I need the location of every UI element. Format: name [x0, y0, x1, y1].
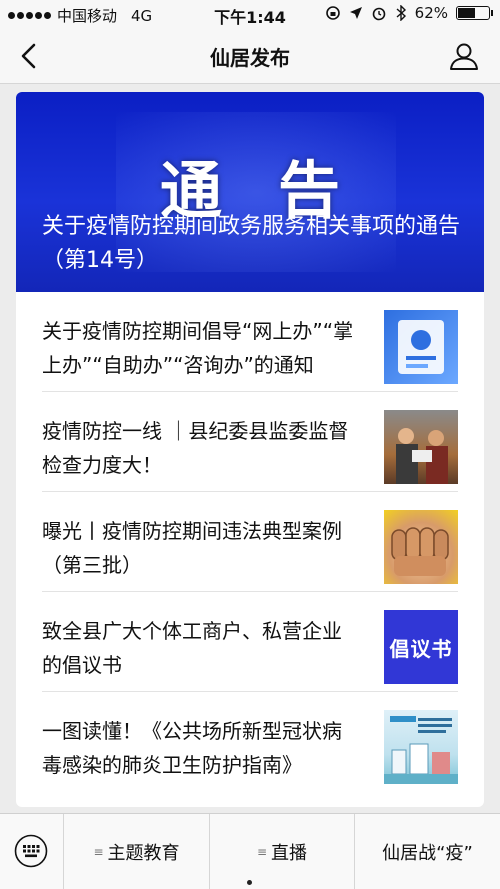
service-app-thumb-icon — [398, 320, 444, 374]
profile-icon[interactable] — [448, 40, 480, 72]
bottom-menu-bar: ≡ 主题教育 ≡ 直播 仙居战“疫” — [0, 813, 500, 889]
menu-lines-icon: ≡ — [256, 845, 268, 859]
article-title: 曝光丨疫情防控期间违法典型案例（第三批） — [42, 519, 342, 577]
menu-theme-education[interactable]: ≡ 主题教育 — [64, 814, 210, 889]
fist-icon — [391, 527, 449, 576]
list-item[interactable]: 致全县广大个体工商户、私营企业的倡议书 倡议书 — [42, 592, 458, 692]
keyboard-icon — [14, 834, 48, 868]
article-thumbnail — [384, 710, 458, 784]
nav-bar: 仙居发布 — [0, 28, 500, 84]
keyboard-toggle-button[interactable] — [0, 814, 64, 889]
status-right: 62% — [325, 4, 493, 22]
list-item[interactable]: 关于疫情防控期间倡导“网上办”“掌上办”“自助办”“咨询办”的通知 — [42, 292, 458, 392]
bluetooth-icon — [396, 5, 406, 21]
article-title: 致全县广大个体工商户、私营企业的倡议书 — [42, 619, 342, 677]
article-list: 关于疫情防控期间倡导“网上办”“掌上办”“自助办”“咨询办”的通知 疫情防控一线… — [16, 292, 484, 792]
menu-xianju-fight[interactable]: 仙居战“疫” — [355, 814, 500, 889]
article-thumbnail — [384, 510, 458, 584]
menu-label: 直播 — [271, 843, 308, 864]
location-arrow-icon — [349, 7, 362, 19]
article-card: 通告 关于疫情防控期间政务服务相关事项的通告（第14号） 关于疫情防控期间倡导“… — [16, 92, 484, 807]
battery-percent: 62% — [414, 4, 448, 22]
article-thumbnail: 倡议书 — [384, 610, 458, 684]
status-bar: 中国移动 4G 下午1:44 62% — [0, 0, 500, 28]
list-item[interactable]: 曝光丨疫情防控期间违法典型案例（第三批） — [42, 492, 458, 592]
menu-label: 主题教育 — [107, 843, 180, 864]
list-item[interactable]: 一图读懂！《公共场所新型冠状病毒感染的肺炎卫生防护指南》 — [42, 692, 458, 792]
page-title: 仙居发布 — [210, 46, 290, 70]
page-indicator-dot — [247, 880, 252, 885]
battery-fill — [458, 8, 476, 18]
thumbnail-label: 倡议书 — [389, 636, 453, 661]
article-title: 关于疫情防控期间倡导“网上办”“掌上办”“自助办”“咨询办”的通知 — [42, 319, 354, 377]
infographic-thumb-icon — [384, 716, 458, 784]
article-title: 一图读懂！《公共场所新型冠状病毒感染的肺炎卫生防护指南》 — [42, 719, 342, 777]
article-title: 疫情防控一线 ｜县纪委县监委监督检查力度大！ — [42, 419, 349, 477]
list-item[interactable]: 疫情防控一线 ｜县纪委县监委监督检查力度大！ — [42, 392, 458, 492]
rotation-lock-icon — [325, 6, 340, 20]
article-thumbnail — [384, 410, 458, 484]
menu-live[interactable]: ≡ 直播 — [210, 814, 355, 889]
menu-lines-icon: ≡ — [93, 845, 104, 859]
battery-icon — [456, 6, 493, 20]
alarm-icon — [372, 7, 385, 21]
featured-article-title: 关于疫情防控期间政务服务相关事项的通告（第14号） — [42, 214, 461, 273]
article-thumbnail — [384, 310, 458, 384]
featured-article[interactable]: 通告 关于疫情防控期间政务服务相关事项的通告（第14号） — [16, 92, 484, 292]
menu-label: 仙居战“疫” — [382, 843, 473, 864]
people-photo-icon — [396, 428, 448, 484]
